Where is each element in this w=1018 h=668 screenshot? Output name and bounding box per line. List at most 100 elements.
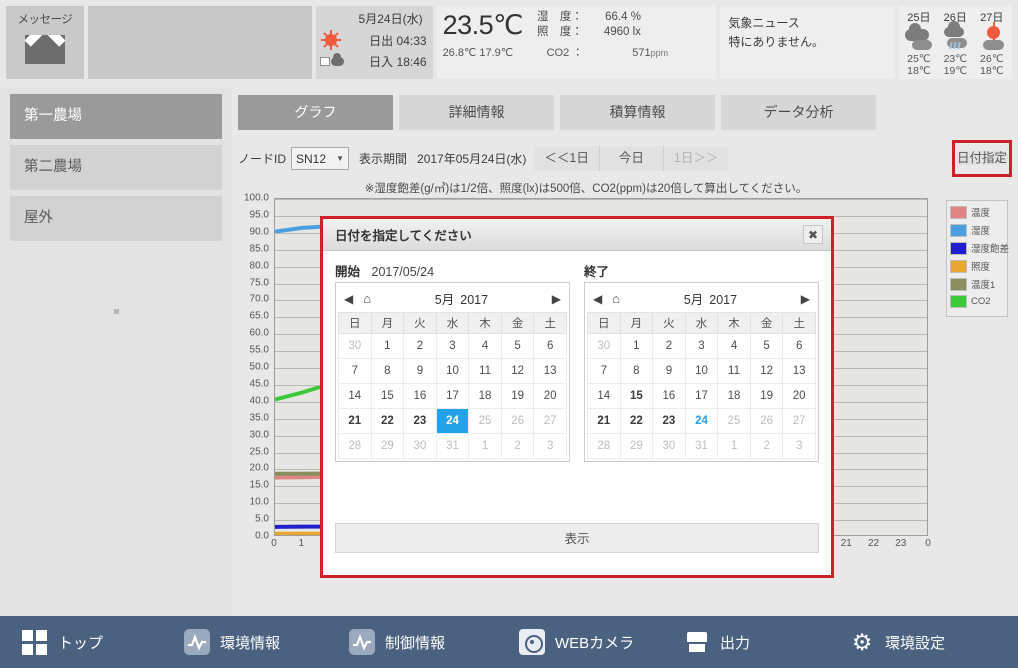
prev-arrow-icon[interactable]: ◀ [593, 292, 602, 306]
calendar-day[interactable]: 10 [436, 359, 469, 384]
tab-2[interactable]: 積算情報 [560, 95, 715, 130]
calendar-day[interactable]: 11 [718, 359, 751, 384]
submit-show-button[interactable]: 表示 [335, 523, 819, 553]
calendar-day[interactable]: 3 [685, 334, 718, 359]
calendar-day[interactable]: 1 [371, 334, 404, 359]
nav-item-0[interactable]: トップ [18, 629, 107, 655]
calendar-day[interactable]: 4 [718, 334, 751, 359]
calendar-day[interactable]: 15 [371, 384, 404, 409]
calendar-day[interactable]: 9 [404, 359, 437, 384]
calendar-day[interactable]: 10 [685, 359, 718, 384]
nav-item-5[interactable]: ⚙ 環境設定 [845, 629, 949, 655]
calendar-day[interactable]: 2 [404, 334, 437, 359]
calendar-day[interactable]: 5 [750, 334, 783, 359]
calendar-day[interactable]: 18 [718, 384, 751, 409]
prev-arrow-icon[interactable]: ◀ [344, 292, 353, 306]
y-tick: 10.0 [250, 497, 269, 508]
home-icon[interactable]: ⌂ [363, 291, 371, 306]
dialog-body: 開始 2017/05/24 ◀ ⌂ 5月2017 ▶ 日月火水木金土301234… [323, 251, 831, 462]
calendar-day[interactable]: 13 [783, 359, 816, 384]
calendar-day[interactable]: 16 [653, 384, 686, 409]
calendar-day[interactable]: 23 [404, 409, 437, 434]
calendar-day[interactable]: 22 [620, 409, 653, 434]
calendar-week: 28293031123 [339, 434, 567, 459]
legend-label: 照度 [971, 259, 990, 273]
calendar-day[interactable]: 17 [436, 384, 469, 409]
calendar-day[interactable]: 22 [371, 409, 404, 434]
gear-icon: ⚙ [849, 629, 875, 655]
next-day-button[interactable]: 1日＞＞ [663, 146, 728, 171]
calendar-day: 31 [436, 434, 469, 459]
calendar-day[interactable]: 13 [534, 359, 567, 384]
sidebar-item-1[interactable]: 第二農場 [10, 145, 222, 190]
calendar-day[interactable]: 17 [685, 384, 718, 409]
y-tick: 95.0 [250, 209, 269, 220]
calendar-day[interactable]: 23 [653, 409, 686, 434]
end-calendar[interactable]: ◀ ⌂ 5月2017 ▶ 日月火水木金土30123456789101112131… [584, 282, 819, 462]
grid-line [275, 199, 927, 200]
calendar-day[interactable]: 6 [783, 334, 816, 359]
calendar-day: 3 [534, 434, 567, 459]
legend-item[interactable]: 温度1 [950, 277, 1004, 291]
start-calendar[interactable]: ◀ ⌂ 5月2017 ▶ 日月火水木金土30123456789101112131… [335, 282, 570, 462]
today-button[interactable]: 今日 [599, 146, 663, 171]
envelope-icon[interactable] [25, 35, 65, 64]
nav-item-3[interactable]: WEBカメラ [515, 629, 638, 655]
home-icon[interactable]: ⌂ [612, 291, 620, 306]
legend-item[interactable]: 湿度飽差 [950, 241, 1004, 255]
calendar-day[interactable]: 20 [534, 384, 567, 409]
calendar-day[interactable]: 20 [783, 384, 816, 409]
node-id-select[interactable]: SN12 ▼ [291, 147, 349, 170]
prev-day-button[interactable]: ＜＜1日 [534, 146, 598, 171]
calendar-day[interactable]: 8 [620, 359, 653, 384]
calendar-day[interactable]: 16 [404, 384, 437, 409]
calendar-day[interactable]: 6 [534, 334, 567, 359]
tab-3[interactable]: データ分析 [721, 95, 876, 130]
tab-0[interactable]: グラフ [238, 95, 393, 130]
calendar-day[interactable]: 5 [501, 334, 534, 359]
sidebar-item-0[interactable]: 第一農場 [10, 94, 222, 139]
legend-item[interactable]: 照度 [950, 259, 1004, 273]
date-spec-button[interactable]: 日付指定 [957, 151, 1007, 165]
temp-min: 17.9℃ [479, 47, 513, 59]
calendar-day[interactable]: 11 [469, 359, 502, 384]
calendar-day[interactable]: 21 [588, 409, 621, 434]
legend-item[interactable]: 湿度 [950, 223, 1004, 237]
tab-1[interactable]: 詳細情報 [399, 95, 554, 130]
calendar-day[interactable]: 14 [339, 384, 372, 409]
nav-item-2[interactable]: 制御情報 [345, 629, 449, 655]
legend-swatch [950, 260, 967, 273]
message-panel[interactable]: メッセージ [6, 6, 84, 79]
calendar-week: 30123456 [588, 334, 816, 359]
next-arrow-icon[interactable]: ▶ [801, 292, 810, 306]
calendar-day[interactable]: 12 [501, 359, 534, 384]
calendar-day[interactable]: 12 [750, 359, 783, 384]
calendar-day[interactable]: 24 [436, 409, 469, 434]
legend-item[interactable]: CO2 [950, 295, 1004, 308]
calendar-day[interactable]: 7 [588, 359, 621, 384]
close-icon[interactable]: ✖ [803, 225, 823, 244]
nav-item-4[interactable]: 出力 [680, 629, 754, 655]
calendar-day[interactable]: 18 [469, 384, 502, 409]
calendar-day[interactable]: 14 [588, 384, 621, 409]
calendar-day: 27 [534, 409, 567, 434]
calendar-day[interactable]: 4 [469, 334, 502, 359]
calendar-day: 25 [718, 409, 751, 434]
printer-icon [684, 629, 710, 655]
calendar-day[interactable]: 19 [501, 384, 534, 409]
calendar-day[interactable]: 9 [653, 359, 686, 384]
legend-item[interactable]: 温度 [950, 205, 1004, 219]
nav-item-1[interactable]: 環境情報 [180, 629, 284, 655]
calendar-day[interactable]: 24 [685, 409, 718, 434]
calendar-day[interactable]: 1 [620, 334, 653, 359]
calendar-day[interactable]: 3 [436, 334, 469, 359]
calendar-day[interactable]: 8 [371, 359, 404, 384]
sidebar-item-2[interactable]: 屋外 [10, 196, 222, 241]
y-tick: 0.0 [255, 531, 269, 542]
calendar-day[interactable]: 15 [620, 384, 653, 409]
next-arrow-icon[interactable]: ▶ [552, 292, 561, 306]
calendar-day[interactable]: 2 [653, 334, 686, 359]
calendar-day[interactable]: 21 [339, 409, 372, 434]
calendar-day[interactable]: 19 [750, 384, 783, 409]
calendar-day[interactable]: 7 [339, 359, 372, 384]
